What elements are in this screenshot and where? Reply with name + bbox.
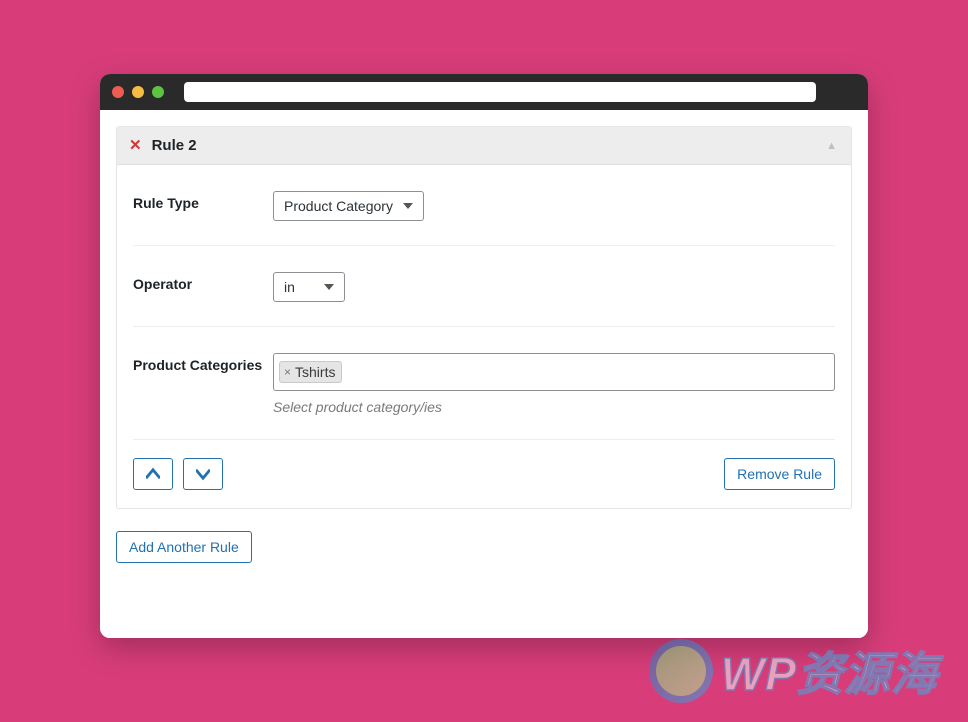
- page-viewport: ✕ Rule 2 ▲ Rule Type Product Category Op: [100, 110, 868, 638]
- watermark-text: WP资源海: [721, 638, 938, 704]
- rule-header[interactable]: ✕ Rule 2 ▲: [117, 127, 851, 165]
- field-row-rule-type: Rule Type Product Category: [133, 165, 835, 246]
- window-minimize-icon[interactable]: [132, 86, 144, 98]
- collapse-icon[interactable]: ▲: [826, 140, 837, 152]
- rule-panel: ✕ Rule 2 ▲ Rule Type Product Category Op: [116, 126, 852, 509]
- chevron-down-icon: [196, 467, 210, 481]
- add-another-rule-button[interactable]: Add Another Rule: [116, 531, 252, 563]
- watermark: WP资源海: [649, 638, 938, 704]
- remove-rule-button[interactable]: Remove Rule: [724, 458, 835, 490]
- chevron-up-icon: [146, 467, 160, 481]
- label-operator: Operator: [133, 272, 273, 292]
- chip-label: Tshirts: [295, 364, 335, 380]
- address-bar[interactable]: [184, 82, 816, 102]
- wp-logo-icon: [649, 639, 713, 703]
- label-product-categories: Product Categories: [133, 353, 273, 373]
- product-categories-hint: Select product category/ies: [273, 399, 835, 415]
- browser-window: ✕ Rule 2 ▲ Rule Type Product Category Op: [100, 74, 868, 638]
- window-titlebar: [100, 74, 868, 110]
- product-categories-input[interactable]: × Tshirts: [273, 353, 835, 391]
- category-chip[interactable]: × Tshirts: [279, 361, 342, 383]
- move-rule-up-button[interactable]: [133, 458, 173, 490]
- move-rule-down-button[interactable]: [183, 458, 223, 490]
- field-row-product-categories: Product Categories × Tshirts Select prod…: [133, 327, 835, 440]
- rule-type-select[interactable]: Product Category: [273, 191, 424, 221]
- rule-body: Rule Type Product Category Operator in: [117, 165, 851, 508]
- window-close-icon[interactable]: [112, 86, 124, 98]
- window-maximize-icon[interactable]: [152, 86, 164, 98]
- rule-title: Rule 2: [152, 137, 197, 154]
- field-row-operator: Operator in: [133, 246, 835, 327]
- chip-remove-icon[interactable]: ×: [284, 365, 291, 379]
- rule-actions: Remove Rule: [133, 440, 835, 490]
- delete-rule-icon[interactable]: ✕: [129, 138, 142, 153]
- operator-select[interactable]: in: [273, 272, 345, 302]
- label-rule-type: Rule Type: [133, 191, 273, 211]
